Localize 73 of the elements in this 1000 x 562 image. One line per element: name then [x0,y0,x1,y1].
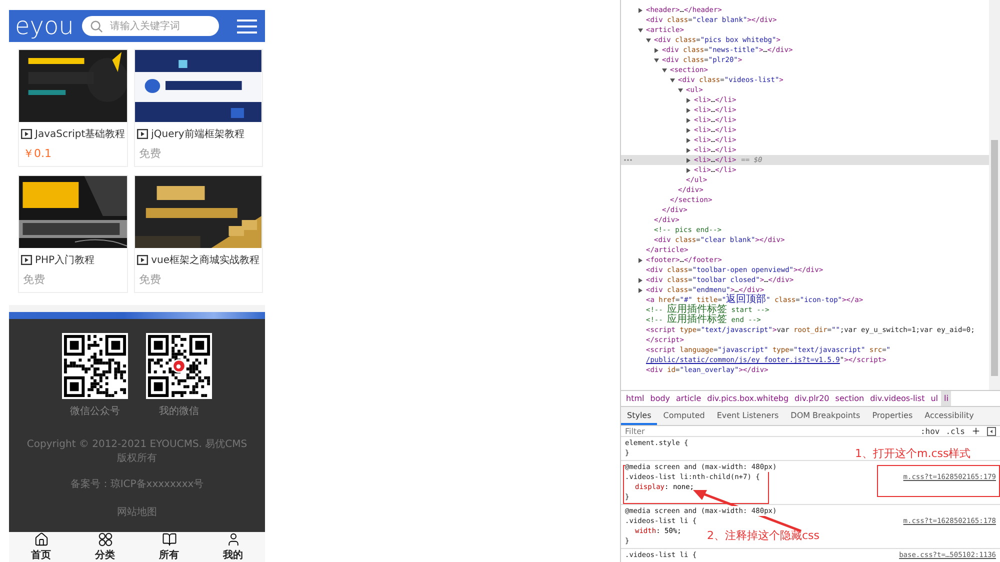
plus-icon[interactable] [971,426,981,436]
tab-bar-item[interactable]: 分类 [73,532,137,562]
collapsed-arrow-icon[interactable] [686,108,691,112]
breadcrumb-item[interactable]: ul [928,391,942,406]
panel-tab[interactable]: DOM Breakpoints [784,407,866,425]
qr-caption: 微信公众号 [70,405,120,418]
breadcrumb-item[interactable]: div.videos-list [867,391,928,406]
breadcrumb-item[interactable]: div.plr20 [792,391,832,406]
collapsed-arrow-icon[interactable] [638,278,643,282]
expanded-arrow-icon[interactable] [670,78,675,82]
video-icon [137,129,148,139]
expanded-arrow-icon[interactable] [646,38,651,42]
collapsed-arrow-icon[interactable] [638,288,643,292]
expanded-arrow-icon[interactable] [662,68,667,72]
collapsed-arrow-icon[interactable] [686,148,691,152]
collapsed-arrow-icon[interactable] [686,118,691,122]
breadcrumb-item[interactable]: div.pics.box.whitebg [704,391,792,406]
breadcrumb-item[interactable]: body [647,391,674,406]
panel-tab[interactable]: Styles [621,407,658,425]
circles-icon [98,532,112,547]
breadcrumb-item[interactable]: html [623,391,648,406]
search-field[interactable]: 请输入关键字词 [82,16,219,36]
video-card[interactable]: JavaScript基础教程 ￥0.1 [18,49,128,167]
book-icon [162,532,176,547]
video-price: 免费 [138,146,162,162]
tab-bar-item[interactable]: 我的 [201,532,265,562]
collapsed-arrow-icon[interactable] [638,8,643,12]
qr-caption: 我的微信 [159,404,199,418]
toggle-link[interactable]: .cls [946,426,965,436]
video-card[interactable]: vue框架之商城实战教程 免费 [134,175,263,293]
annotation-text: 2、注释掉这个隐藏css [707,528,820,543]
panel-tab[interactable]: Accessibility [918,407,980,425]
video-price: ￥0.1 [22,146,52,162]
video-title[interactable]: JavaScript基础教程 [35,127,126,141]
tab-bar-item[interactable]: 所有 [137,532,201,562]
video-title[interactable]: PHP入门教程 [35,253,95,267]
site-logo[interactable]: eyou [15,14,74,38]
video-title[interactable]: jQuery前端框架教程 [151,127,244,141]
sidebar-toggle-icon[interactable] [987,426,996,436]
video-icon [21,255,32,265]
expanded-arrow-icon[interactable] [638,28,643,32]
panel-tab[interactable]: Properties [866,407,919,425]
video-title[interactable]: vue框架之商城实战教程 [151,253,260,267]
video-icon [21,129,32,139]
tab-bar-item[interactable]: 首页 [9,532,73,562]
scrollbar-thumb[interactable] [991,140,998,376]
icp-number: 备案号：琼ICP备xxxxxxxx号 [69,478,205,492]
collapsed-arrow-icon[interactable] [686,138,691,142]
collapsed-arrow-icon[interactable] [638,258,643,262]
video-card[interactable]: PHP入门教程 免费 [18,175,128,293]
video-price: 免费 [22,272,46,288]
breadcrumb-item[interactable]: li [941,391,952,406]
menu-icon[interactable] [237,18,257,34]
video-card[interactable]: jQuery前端框架教程 免费 [134,49,263,167]
search-icon [90,20,103,33]
breadcrumb-item[interactable]: section [832,391,868,406]
video-price: 免费 [138,272,162,288]
expanded-arrow-icon[interactable] [654,58,659,62]
expanded-arrow-icon[interactable] [678,88,683,92]
breadcrumb-item[interactable]: article [673,391,704,406]
annotation-text: 1、打开这个m.css样式 [855,446,971,461]
collapsed-arrow-icon[interactable] [686,128,691,132]
collapsed-arrow-icon[interactable] [686,158,691,162]
collapsed-arrow-icon[interactable] [686,98,691,102]
video-icon [137,255,148,265]
collapsed-arrow-icon[interactable] [654,48,659,52]
toggle-link[interactable]: :hov [920,426,940,436]
home-icon [34,532,48,547]
collapsed-arrow-icon[interactable] [686,168,691,172]
user-icon [226,532,240,547]
panel-tab[interactable]: Computed [657,407,711,425]
panel-tab[interactable]: Event Listeners [710,407,785,425]
copyright-text: Copyright © 2012-2021 EYOUCMS. 易优CMS 版权所有 [26,438,248,466]
